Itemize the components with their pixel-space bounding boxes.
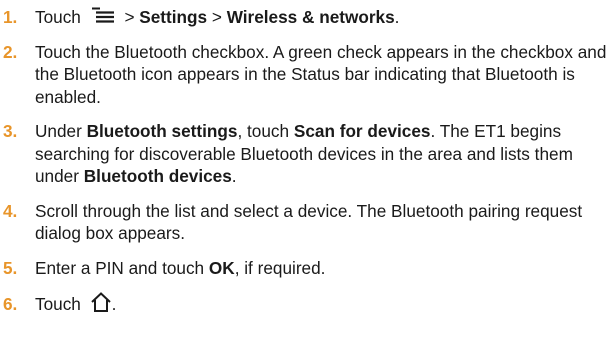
step-3: 3. Under Bluetooth settings, touch Scan … [0, 120, 615, 188]
step-text: , if required. [234, 257, 326, 278]
step-6: 6. Touch . [0, 291, 615, 316]
ok-label: OK [208, 257, 235, 278]
period: . [111, 294, 117, 314]
step-number: 2. [3, 41, 18, 62]
separator: > [211, 7, 222, 27]
step-number: 3. [3, 121, 18, 141]
step-5: 5. Enter a PIN and touch OK, if required… [0, 257, 615, 280]
wireless-networks-label: Wireless & networks [226, 7, 395, 27]
bluetooth-devices-label: Bluetooth devices [83, 166, 232, 186]
step-1: 1. Touch > Settings > Wireless & network… [0, 6, 615, 29]
instruction-steps: 1. Touch > Settings > Wireless & network… [0, 0, 615, 316]
step-number: 1. [3, 7, 18, 27]
step-4: 4. Scroll through the list and select a … [0, 200, 615, 245]
step-text: Scroll through the list and select a dev… [35, 200, 583, 244]
step-text: Enter a PIN and touch [35, 257, 205, 278]
step-number: 5. [3, 257, 18, 278]
step-number: 4. [3, 200, 18, 221]
step-text: Touch [35, 294, 81, 314]
step-text: Touch the Bluetooth checkbox. A green ch… [35, 41, 607, 107]
step-2: 2. Touch the Bluetooth checkbox. A green… [0, 41, 615, 109]
home-icon [90, 291, 112, 313]
scan-for-devices-label: Scan for devices [293, 121, 431, 141]
period: . [394, 7, 400, 27]
step-text: , touch [237, 121, 290, 141]
settings-label: Settings [139, 7, 208, 27]
step-text: Touch [35, 7, 81, 27]
step-number: 6. [3, 294, 18, 314]
separator: > [124, 7, 135, 27]
bluetooth-settings-label: Bluetooth settings [86, 121, 238, 141]
period: . [231, 166, 237, 186]
step-text: Under [35, 121, 82, 141]
menu-icon [88, 6, 118, 24]
